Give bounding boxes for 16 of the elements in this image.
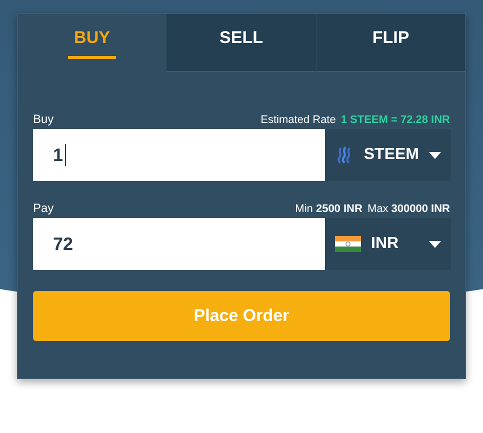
tab[interactable]: SELL — [166, 14, 316, 72]
india-flag-icon — [335, 236, 361, 252]
field-label: Buy — [33, 112, 54, 126]
input-field[interactable]: 1 — [33, 129, 325, 181]
tab[interactable]: BUY — [18, 14, 166, 72]
field-label: Pay — [33, 201, 54, 215]
dropdown-arrow-icon — [429, 152, 441, 158]
dropdown-arrow-icon — [429, 240, 441, 248]
rate-value: 1 STEEM = 72.28 INR — [340, 114, 450, 126]
limit-text: Max 300000 INR — [367, 203, 450, 215]
rate-label: Estimated Rate — [260, 114, 336, 126]
currency-dropdown[interactable]: INR — [325, 218, 451, 270]
tab[interactable]: FLIP — [316, 14, 465, 72]
currency-dropdown[interactable]: STEEM — [325, 129, 451, 181]
input-field[interactable]: 72 — [33, 218, 325, 270]
limit-text: Min 2500 INR — [295, 203, 362, 215]
